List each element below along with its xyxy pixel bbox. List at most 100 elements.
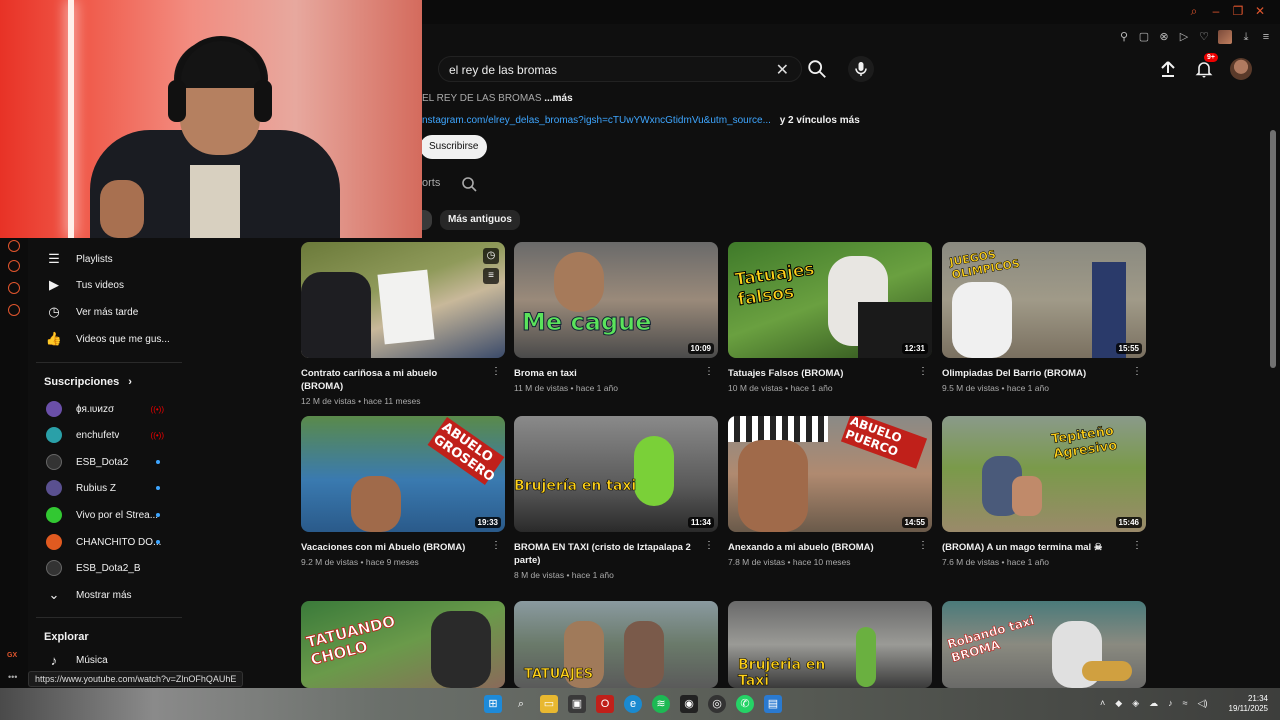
video-title[interactable]: Tatuajes Falsos (BROMA) [728,367,908,380]
watch-later-icon[interactable]: ◷ [483,248,499,264]
voice-search-button[interactable] [848,56,874,82]
video-card[interactable]: ABUELO GROSERO 19:33 Vacaciones con mi A… [301,416,505,567]
video-thumbnail[interactable]: Brujería en taxi 11:34 [514,416,718,532]
video-card[interactable]: JUEGOS OLIMPICOS 15:55 Olimpiadas Del Ba… [942,242,1146,393]
notifications-button[interactable]: 9+ [1194,53,1218,79]
search-button[interactable] [806,58,828,80]
mic-icon[interactable]: ♪ [1168,698,1173,709]
gx-rail-icon[interactable] [8,240,20,252]
video-thumbnail[interactable]: Me cague 10:09 [514,242,718,358]
add-to-queue-icon[interactable]: ≡ [483,268,499,284]
video-thumbnail[interactable]: ABUELO PUERCO 14:55 [728,416,932,532]
folder-icon[interactable]: ▭ [540,695,558,713]
chip-oldest[interactable]: Más antiguos [440,210,520,230]
subscribe-button[interactable]: Suscribirse [420,135,488,159]
video-title[interactable]: Vacaciones con mi Abuelo (BROMA) [301,541,481,554]
tab-icon[interactable]: ▢ [1138,31,1150,43]
sidebar-sub-2[interactable]: ESB_Dota2 [28,449,188,475]
spotify-icon[interactable]: ≋ [652,695,670,713]
upload-icon[interactable] [1158,59,1178,79]
heart-icon[interactable]: ♡ [1198,31,1210,43]
sidebar-item-music[interactable]: ♪ Música [28,647,188,673]
more-vert-icon[interactable]: ⋮ [704,366,714,377]
video-title[interactable]: Olimpiadas Del Barrio (BROMA) [942,367,1122,380]
volume-icon[interactable]: ◁) [1198,698,1208,709]
video-thumbnail[interactable]: ◷ ≡ [301,242,505,358]
video-thumbnail[interactable]: Tatuajes falsos 12:31 [728,242,932,358]
more-vert-icon[interactable]: ⋮ [1132,366,1142,377]
video-card[interactable]: Tatuajes falsos 12:31 Tatuajes Falsos (B… [728,242,932,393]
more-vert-icon[interactable]: ⋮ [704,540,714,551]
instagram-link[interactable]: nstagram.com/elrey_delas_bromas?igsh=cTU… [422,115,771,126]
edge-icon[interactable]: e [624,695,642,713]
sidebar-item-playlists[interactable]: ☰ Playlists [28,246,188,272]
video-card[interactable]: TATUAJES [514,601,718,688]
settings-icon[interactable] [8,304,20,316]
video-card[interactable]: Tepiteño Agresivo 15:46 (BROMA) A un mag… [942,416,1146,567]
search-input[interactable]: el rey de las bromas ✕ [438,56,802,82]
video-title[interactable]: BROMA EN TAXI (cristo de Iztapalapa 2 pa… [514,541,694,567]
restore-icon[interactable]: ❐ [1232,5,1244,17]
play-icon[interactable]: ▷ [1178,31,1190,43]
video-thumbnail[interactable]: Robando taxi BROMA [942,601,1146,688]
profile-thumb-icon[interactable] [1218,30,1232,44]
wifi-icon[interactable]: ≈ [1183,698,1188,709]
sidebar-item-your-videos[interactable]: ▶ Tus videos [28,272,188,298]
menu-icon[interactable]: ≡ [1260,31,1272,43]
extensions-icon[interactable] [8,282,20,294]
video-title[interactable]: (BROMA) A un mago termina mal ☠ [942,541,1122,554]
sidebar-sub-6[interactable]: ESB_Dota2_B [28,555,188,581]
page-scrollbar[interactable] [1270,130,1276,368]
channel-links[interactable]: nstagram.com/elrey_delas_bromas?igsh=cTU… [422,115,860,126]
tray-chevron-icon[interactable]: ˄ [1100,698,1105,709]
minimize-icon[interactable]: – [1210,5,1222,17]
more-vert-icon[interactable]: ⋮ [1132,540,1142,551]
video-card[interactable]: TATUANDO CHOLO [301,601,505,688]
sidebar-sub-3[interactable]: Rubius Z [28,475,188,501]
close-icon[interactable]: ✕ [1254,5,1266,17]
video-card[interactable]: ◷ ≡ Contrato cariñosa a mi abuelo (BROMA… [301,242,505,406]
clock[interactable]: 21:34 19/11/2025 [1222,694,1268,714]
clear-search-icon[interactable]: ✕ [776,60,789,80]
description-more-link[interactable]: ...más [544,93,572,104]
video-thumbnail[interactable]: Tepiteño Agresivo 15:46 [942,416,1146,532]
tray-app-icon[interactable]: ◆ [1115,698,1122,709]
show-more-button[interactable]: ⌄ Mostrar más [28,582,188,608]
opera-gx-icon[interactable]: O [596,695,614,713]
notepad-icon[interactable]: ▤ [764,695,782,713]
more-vert-icon[interactable]: ⋮ [918,540,928,551]
store-icon[interactable]: ▣ [568,695,586,713]
account-avatar[interactable] [1230,58,1252,80]
more-vert-icon[interactable]: ⋮ [491,366,501,377]
video-card[interactable]: ABUELO PUERCO 14:55 Anexando a mi abuelo… [728,416,932,567]
video-thumbnail[interactable]: TATUAJES [514,601,718,688]
sidebar-item-watch-later[interactable]: ◷ Ver más tarde [28,299,188,325]
video-card[interactable]: Me cague 10:09 Broma en taxi 11 M de vis… [514,242,718,393]
video-card[interactable]: Brujería en taxi 11:34 BROMA EN TAXI (cr… [514,416,718,580]
tab-shorts[interactable]: orts [422,177,440,189]
sidebar-sub-5[interactable]: CHANCHITO DO... [28,529,188,555]
sidebar-sub-0[interactable]: ɸя.ιυиzσ ((•)) [28,396,188,422]
video-title[interactable]: Broma en taxi [514,367,694,380]
video-thumbnail[interactable]: ABUELO GROSERO 19:33 [301,416,505,532]
video-title[interactable]: Contrato cariñosa a mi abuelo (BROMA) [301,367,481,393]
obs-icon[interactable]: ◎ [708,695,726,713]
channel-description[interactable]: EL REY DE LAS BROMAS ...más [422,93,573,104]
more-links[interactable]: y 2 vínculos más [780,115,860,126]
more-vert-icon[interactable]: ⋮ [491,540,501,551]
download-icon[interactable]: ⤓ [1240,31,1252,43]
tray-app-icon[interactable]: ◈ [1132,698,1139,709]
video-thumbnail[interactable]: TATUANDO CHOLO [301,601,505,688]
sidebar-item-liked-videos[interactable]: 👍 Videos que me gus... [28,326,188,352]
history-icon[interactable] [8,260,20,272]
channel-search-icon[interactable] [460,175,478,193]
video-thumbnail[interactable]: Brujeria en Taxi [728,601,932,688]
video-thumbnail[interactable]: JUEGOS OLIMPICOS 15:55 [942,242,1146,358]
video-title[interactable]: Anexando a mi abuelo (BROMA) [728,541,908,554]
sidebar-sub-4[interactable]: Vivo por el Strea... [28,502,188,528]
pin-icon[interactable]: ⚲ [1118,31,1130,43]
start-icon[interactable]: ⊞ [484,695,502,713]
more-vert-icon[interactable]: ⋮ [918,366,928,377]
video-card[interactable]: Robando taxi BROMA [942,601,1146,688]
steam-icon[interactable]: ◉ [680,695,698,713]
